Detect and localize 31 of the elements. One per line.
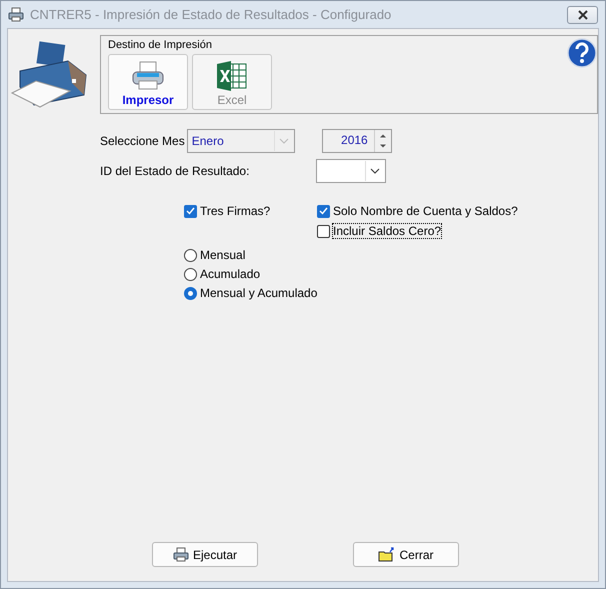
- radio-button[interactable]: [184, 248, 197, 262]
- printer-icon: [8, 7, 24, 22]
- radio-button[interactable]: [184, 286, 197, 300]
- radio-label: Mensual y Acumulado: [200, 286, 318, 300]
- checkbox-label: Incluir Saldos Cero?: [333, 224, 442, 238]
- close-button[interactable]: Cerrar: [353, 542, 459, 567]
- checkbox-label: Solo Nombre de Cuenta y Saldos?: [333, 204, 518, 218]
- folder-icon: [378, 547, 396, 562]
- checkbox-label: Tres Firmas?: [200, 204, 270, 218]
- printer-icon: [172, 547, 189, 562]
- radio-button[interactable]: [184, 268, 197, 280]
- printer-option-button[interactable]: Impresor: [108, 54, 188, 110]
- chevron-down-icon: [278, 138, 289, 144]
- close-icon: [576, 10, 588, 20]
- year-spinner[interactable]: 2016: [322, 129, 392, 153]
- checkbox[interactable]: [184, 204, 197, 218]
- statement-id-label: ID del Estado de Resultado:: [100, 164, 250, 178]
- chevron-down-icon: [370, 168, 380, 174]
- checkbox[interactable]: [317, 204, 330, 218]
- month-label: Seleccione Mes: [100, 134, 185, 148]
- checkbox[interactable]: [317, 224, 330, 238]
- help-icon[interactable]: [567, 38, 597, 68]
- run-button[interactable]: Ejecutar: [152, 542, 258, 567]
- window-title: CNTRER5 - Impresión de Estado de Resultados - Configurado: [30, 7, 392, 22]
- group-title: Destino de Impresión: [108, 39, 213, 51]
- spreadsheet-icon: [216, 61, 248, 91]
- printer-icon: [131, 61, 165, 91]
- statement-id-dropdown[interactable]: [316, 159, 386, 183]
- radio-label: Acumulado: [200, 267, 260, 281]
- close-button[interactable]: [567, 6, 598, 24]
- radio-label: Mensual: [200, 248, 246, 262]
